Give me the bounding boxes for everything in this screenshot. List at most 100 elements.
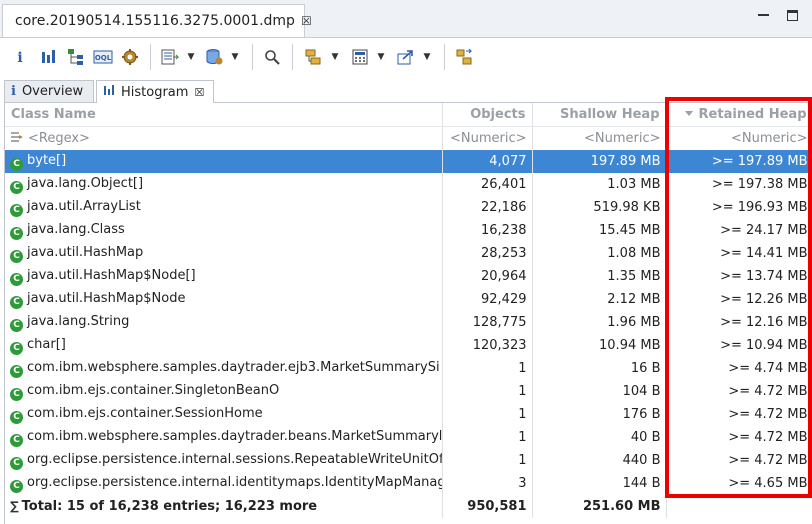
filter-icon [11, 132, 23, 142]
class-name-cell: Cjava.lang.String [5, 311, 443, 334]
class-icon: C [10, 203, 23, 217]
table-row[interactable]: Cjava.lang.Object[] 26,401 1.03 MB >= 197.3… [5, 173, 812, 196]
class-name-text: org.eclipse.persistence.internal.identit… [27, 474, 442, 490]
objects-cell: 28,253 [442, 242, 533, 265]
table-row[interactable]: Corg.eclipse.persistence.internal.identi… [5, 472, 812, 495]
oql-icon[interactable]: OQL [92, 47, 114, 67]
class-icon: C [10, 295, 23, 309]
class-name-text: java.lang.Class [27, 221, 125, 237]
retained-heap-cell: >= 4.72 MB [666, 449, 812, 472]
query-browser-icon[interactable] [204, 47, 224, 67]
tab-overview[interactable]: i Overview [4, 80, 94, 102]
class-name-cell: Corg.eclipse.persistence.internal.identi… [5, 472, 443, 495]
total-label-cell: ∑ Total: 15 of 16,238 entries; 16,223 mor… [5, 495, 443, 518]
shallow-heap-cell: 519.98 KB [532, 196, 667, 219]
minimize-button[interactable] [758, 10, 769, 16]
table-row[interactable]: Cbyte[] 4,077 197.89 MB >= 197.89 MB [5, 150, 812, 173]
class-name-text: byte[] [27, 152, 67, 168]
chevron-down-icon[interactable]: ▼ [228, 47, 242, 67]
table-row[interactable]: Cjava.util.HashMap$Node 92,429 2.12 MB >= 1… [5, 288, 812, 311]
class-icon: C [10, 433, 23, 447]
toolbar-separator [444, 44, 445, 70]
table-row[interactable]: Cchar[] 120,323 10.94 MB >= 10.94 MB [5, 334, 812, 357]
class-name-text: org.eclipse.persistence.internal.session… [27, 451, 442, 467]
objects-cell: 1 [442, 403, 533, 426]
chevron-down-icon[interactable]: ▼ [420, 47, 434, 67]
close-icon[interactable]: ☒ [301, 14, 312, 28]
shallow-heap-cell: 1.03 MB [532, 173, 667, 196]
heapdump-overview-icon[interactable] [160, 47, 180, 67]
close-icon[interactable]: ☒ [194, 86, 204, 99]
table-row[interactable]: Ccom.ibm.ejs.container.SingletonBeanO 1 10… [5, 380, 812, 403]
class-icon: C [10, 318, 23, 332]
class-name-text: java.lang.Object[] [27, 175, 144, 191]
chevron-down-icon[interactable]: ▼ [374, 47, 388, 67]
tab-histogram[interactable]: Histogram ☒ [96, 80, 214, 103]
retained-heap-cell: >= 196.93 MB [666, 196, 812, 219]
retained-heap-cell: >= 197.89 MB [666, 150, 812, 173]
table-row[interactable]: Cjava.util.ArrayList 22,186 519.98 KB >= 19… [5, 196, 812, 219]
class-icon: C [10, 456, 23, 470]
info-icon[interactable]: i [10, 47, 30, 67]
class-name-text: java.util.ArrayList [27, 198, 141, 214]
shallow-heap-cell: 40 B [532, 426, 667, 449]
shallow-heap-cell: 16 B [532, 357, 667, 380]
filter-row: <Regex> <Numeric> <Numeric> <Numeric> [5, 126, 812, 150]
table-row[interactable]: Ccom.ibm.websphere.samples.daytrader.bea… [5, 426, 812, 449]
shallow-heap-cell: 176 B [532, 403, 667, 426]
table-row[interactable]: Cjava.lang.String 128,775 1.96 MB >= 12.16 … [5, 311, 812, 334]
chevron-down-icon[interactable]: ▼ [328, 47, 342, 67]
retained-heap-cell: >= 12.16 MB [666, 311, 812, 334]
export-icon[interactable] [396, 47, 416, 67]
dominator-tree-icon[interactable] [66, 47, 86, 67]
shallow-heap-filter-cell[interactable]: <Numeric> [532, 126, 667, 150]
window-controls [758, 10, 798, 21]
objects-cell: 128,775 [442, 311, 533, 334]
maximize-button[interactable] [787, 10, 798, 21]
regex-filter-cell[interactable]: <Regex> [5, 126, 443, 150]
class-name-text: java.util.HashMap [27, 244, 144, 260]
class-icon: C [10, 157, 23, 171]
histogram-icon[interactable] [38, 47, 58, 67]
column-header-objects[interactable]: Objects [442, 103, 533, 127]
column-header-class-name[interactable]: Class Name [5, 103, 443, 127]
chevron-down-icon[interactable]: ▼ [184, 47, 198, 67]
regex-filter-text: <Regex> [28, 131, 90, 146]
column-header-shallow-heap[interactable]: Shallow Heap [532, 103, 667, 127]
search-icon[interactable] [262, 47, 282, 67]
table-row[interactable]: Ccom.ibm.websphere.samples.daytrader.ejb… [5, 357, 812, 380]
svg-text:i: i [17, 50, 22, 65]
toolbar-separator [150, 44, 151, 70]
objects-cell: 4,077 [442, 150, 533, 173]
table-row[interactable]: Cjava.util.HashMap$Node[] 20,964 1.35 MB >=… [5, 265, 812, 288]
view-tab-bar: i Overview Histogram ☒ [4, 80, 812, 103]
shallow-heap-cell: 15.45 MB [532, 219, 667, 242]
group-icon[interactable] [304, 47, 324, 67]
toolbar-separator [252, 44, 253, 70]
total-shallow-cell: 251.60 MB [532, 495, 667, 518]
column-header-retained-heap[interactable]: Retained Heap [666, 103, 812, 127]
editor-tab-bar: core.20190514.155116.3275.0001.dmp ☒ [0, 0, 812, 38]
retained-heap-filter-cell[interactable]: <Numeric> [666, 126, 812, 150]
calculator-icon[interactable] [350, 47, 370, 67]
objects-filter-cell[interactable]: <Numeric> [442, 126, 533, 150]
table-row[interactable]: Ccom.ibm.ejs.container.SessionHome 1 176 B… [5, 403, 812, 426]
editor-tab-dump[interactable]: core.20190514.155116.3275.0001.dmp ☒ [2, 4, 312, 37]
class-name-text: char[] [27, 336, 66, 352]
shallow-heap-cell: 10.94 MB [532, 334, 667, 357]
class-name-cell: Corg.eclipse.persistence.internal.sessio… [5, 449, 443, 472]
table-header-row: Class Name Objects Shallow Heap Retained… [5, 103, 812, 127]
class-name-cell: Cjava.lang.Class [5, 219, 443, 242]
histogram-table: Class Name Objects Shallow Heap Retained… [4, 103, 812, 524]
table-row[interactable]: Cjava.lang.Class 16,238 15.45 MB >= 24.17 M… [5, 219, 812, 242]
shallow-heap-cell: 197.89 MB [532, 150, 667, 173]
retained-heap-cell: >= 10.94 MB [666, 334, 812, 357]
compare-icon[interactable] [454, 47, 474, 67]
toolbar-separator [292, 44, 293, 70]
objects-cell: 120,323 [442, 334, 533, 357]
class-name-cell: Cjava.util.ArrayList [5, 196, 443, 219]
gear-icon[interactable] [120, 47, 140, 67]
histogram-icon [103, 84, 115, 100]
table-row[interactable]: Corg.eclipse.persistence.internal.sessio… [5, 449, 812, 472]
table-row[interactable]: Cjava.util.HashMap 28,253 1.08 MB >= 14.41 … [5, 242, 812, 265]
